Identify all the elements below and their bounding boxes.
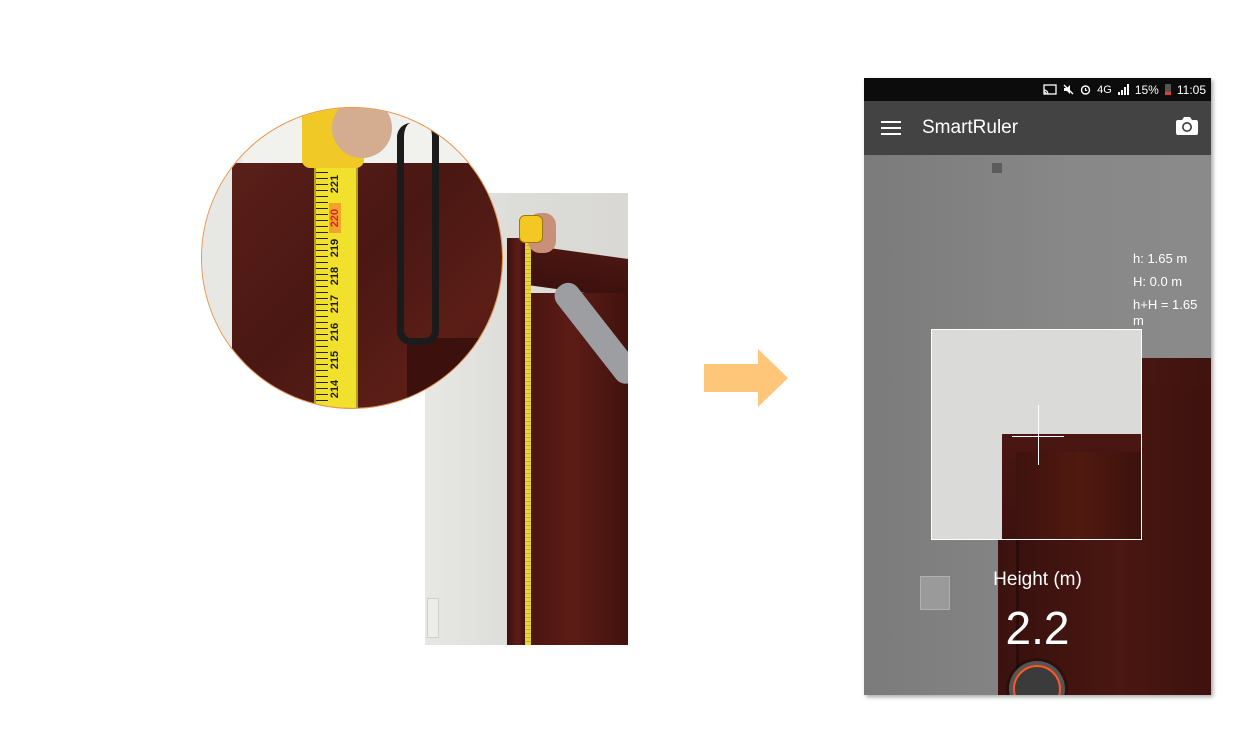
readout-sum: h+H = 1.65 m — [1133, 297, 1198, 328]
tape-number: 217 — [329, 294, 341, 314]
camera-preview[interactable]: h: 1.65 m H: 0.0 m h+H = 1.65 m Height (… — [864, 155, 1211, 695]
measurement-readout: h: 1.65 m H: 0.0 m h+H = 1.65 m — [1133, 251, 1208, 336]
tape-number: 221 — [329, 174, 341, 194]
tape-measure — [525, 238, 531, 645]
battery-icon — [1164, 84, 1171, 95]
tape-number: 215 — [329, 350, 341, 370]
camera-icon[interactable] — [1175, 116, 1199, 136]
app-bar: SmartRuler — [864, 101, 1211, 155]
focus-target-box — [931, 329, 1142, 540]
height-label: Height (m) — [993, 569, 1082, 590]
door-edge — [407, 338, 502, 408]
status-bar: 4G 15% 11:05 — [864, 78, 1211, 101]
network-type: 4G — [1097, 83, 1112, 96]
hamburger-menu-icon[interactable] — [881, 121, 901, 135]
phone-screen: 4G 15% 11:05 SmartRuler h: 1.65 m H: 0.0… — [864, 78, 1211, 695]
right-arrow-icon — [704, 349, 788, 407]
readout-h: h: 1.65 m — [1133, 251, 1188, 266]
magnified-tape-view: 221 220 219 218 217 216 215 214 — [201, 107, 503, 409]
tape-number: 214 — [329, 379, 341, 399]
crosshair-horizontal — [1012, 436, 1064, 437]
signal-icon — [1117, 84, 1129, 95]
readout-H: H: 0.0 m — [1133, 274, 1183, 289]
height-value: 2.2 — [1005, 602, 1070, 654]
alarm-icon — [1080, 85, 1091, 95]
mute-icon — [1063, 84, 1074, 95]
tape-case — [519, 215, 543, 243]
tape-number: 219 — [329, 238, 341, 258]
tape-number: 216 — [329, 322, 341, 342]
clock: 11:05 — [1176, 82, 1206, 97]
finger — [332, 108, 392, 158]
battery-percent: 15% — [1134, 82, 1159, 97]
tape-number: 218 — [329, 266, 341, 286]
cast-icon — [1043, 84, 1057, 95]
app-title: SmartRuler — [922, 117, 1019, 138]
black-cord — [397, 123, 439, 345]
crosshair-vertical — [1038, 405, 1039, 465]
wall-hook — [992, 163, 1002, 173]
tape-number-highlight: 220 — [329, 203, 341, 233]
light-switch — [427, 598, 439, 638]
